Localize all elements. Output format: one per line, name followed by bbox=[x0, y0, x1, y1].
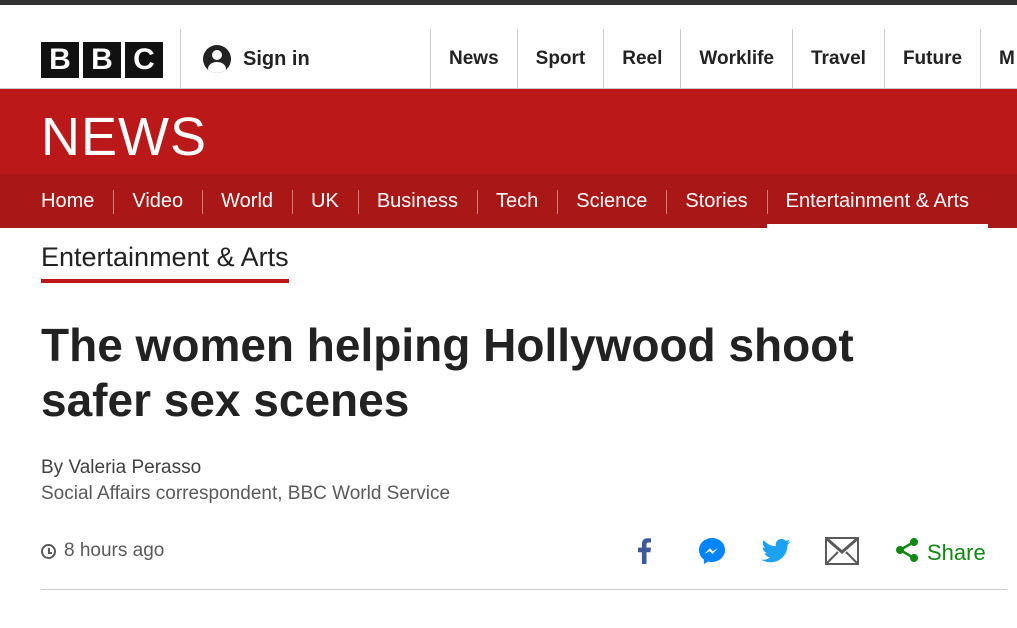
masthead: B B C Sign in News Sport Reel Worklife T… bbox=[0, 5, 1017, 89]
top-nav-news[interactable]: News bbox=[430, 29, 517, 89]
subnav-stories[interactable]: Stories bbox=[666, 174, 766, 228]
subnav-home[interactable]: Home bbox=[22, 174, 113, 228]
news-subnav: Home Video World UK Business Tech Scienc… bbox=[0, 174, 1017, 228]
top-nav-worklife[interactable]: Worklife bbox=[680, 29, 792, 89]
top-nav: News Sport Reel Worklife Travel Future M bbox=[430, 29, 1017, 89]
subnav-world[interactable]: World bbox=[202, 174, 292, 228]
subnav-science[interactable]: Science bbox=[557, 174, 666, 228]
share-button[interactable]: Share bbox=[895, 537, 986, 568]
clock-icon bbox=[41, 543, 56, 559]
byline-author: By Valeria Perasso bbox=[41, 457, 202, 478]
timestamp-text: 8 hours ago bbox=[64, 540, 165, 561]
top-nav-sport[interactable]: Sport bbox=[516, 29, 604, 89]
top-nav-reel[interactable]: Reel bbox=[603, 29, 680, 89]
section-link[interactable]: Entertainment & Arts bbox=[41, 242, 289, 283]
email-icon[interactable] bbox=[825, 535, 859, 567]
top-nav-more[interactable]: M bbox=[980, 29, 1017, 89]
subnav-video[interactable]: Video bbox=[113, 174, 202, 228]
masthead-divider bbox=[180, 29, 181, 89]
subnav-business[interactable]: Business bbox=[357, 174, 477, 228]
byline-role: Social Affairs correspondent, BBC World … bbox=[41, 483, 451, 504]
subnav-tech[interactable]: Tech bbox=[476, 174, 557, 228]
divider bbox=[41, 589, 1007, 590]
bbc-logo[interactable]: B B C bbox=[41, 42, 163, 78]
logo-letter: C bbox=[125, 42, 163, 78]
sign-in-label: Sign in bbox=[243, 47, 310, 70]
subnav-uk[interactable]: UK bbox=[292, 174, 358, 228]
share-label: Share bbox=[927, 539, 986, 565]
subnav-entertainment-arts[interactable]: Entertainment & Arts bbox=[766, 174, 989, 228]
top-nav-future[interactable]: Future bbox=[883, 29, 980, 89]
share-icon bbox=[895, 537, 919, 568]
logo-letter: B bbox=[41, 42, 79, 78]
twitter-icon[interactable] bbox=[759, 535, 793, 567]
logo-letter: B bbox=[83, 42, 121, 78]
user-icon bbox=[203, 45, 231, 73]
messenger-icon[interactable] bbox=[695, 535, 729, 567]
article-timestamp: 8 hours ago bbox=[41, 540, 164, 562]
top-nav-travel[interactable]: Travel bbox=[792, 29, 884, 89]
facebook-icon[interactable] bbox=[627, 535, 661, 567]
news-logo[interactable]: NEWS bbox=[41, 106, 207, 168]
sign-in-button[interactable]: Sign in bbox=[203, 45, 310, 73]
article-headline: The women helping Hollywood shoot safer … bbox=[41, 319, 854, 426]
